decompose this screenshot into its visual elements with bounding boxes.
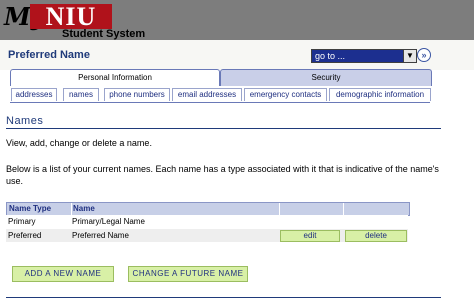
subtab-demographic-information[interactable]: demographic information	[329, 88, 431, 101]
section-heading: Names	[6, 115, 44, 127]
cell-name: Primary/Legal Name	[72, 217, 145, 226]
footer-divider	[6, 297, 441, 298]
cell-name: Preferred Name	[72, 231, 129, 240]
instructions-text: View, add, change or delete a name.	[6, 138, 152, 148]
add-new-name-button[interactable]: ADD A NEW NAME	[12, 266, 114, 282]
column-header-delete	[343, 203, 409, 215]
names-table-header: Name Type Name	[6, 202, 410, 216]
column-header-edit	[279, 203, 344, 215]
logo-niu: NIU	[30, 4, 112, 30]
page-title: Preferred Name	[8, 49, 90, 61]
logo-subtitle: Student System	[62, 28, 146, 40]
table-row: Preferred Preferred Name edit delete	[6, 229, 408, 242]
top-banner: My NIU Student System	[0, 0, 474, 40]
change-future-name-button[interactable]: CHANGE A FUTURE NAME	[128, 266, 248, 282]
delete-button[interactable]: delete	[345, 230, 407, 242]
subtab-addresses[interactable]: addresses	[11, 88, 57, 101]
subtab-email-addresses[interactable]: email addresses	[172, 88, 242, 101]
goto-select[interactable]: go to ... ▼	[311, 49, 417, 63]
subtab-names[interactable]: names	[63, 88, 99, 101]
goto-selected-value: go to ...	[315, 51, 346, 61]
column-header-name-type: Name Type	[7, 203, 72, 215]
edit-button[interactable]: edit	[280, 230, 340, 242]
tab-security[interactable]: Security	[220, 69, 432, 86]
table-row: Primary Primary/Legal Name	[6, 215, 408, 228]
section-divider	[6, 128, 441, 129]
column-header-name: Name	[71, 203, 280, 215]
cell-name-type: Preferred	[8, 231, 42, 240]
chevron-down-icon[interactable]: ▼	[403, 50, 416, 62]
subtab-emergency-contacts[interactable]: emergency contacts	[244, 88, 327, 101]
cell-name-type: Primary	[8, 217, 36, 226]
description-text: Below is a list of your current names. E…	[6, 164, 439, 186]
subtab-phone-numbers[interactable]: phone numbers	[104, 88, 170, 101]
go-button[interactable]: »	[417, 48, 431, 62]
tab-personal-information[interactable]: Personal Information	[10, 69, 220, 86]
